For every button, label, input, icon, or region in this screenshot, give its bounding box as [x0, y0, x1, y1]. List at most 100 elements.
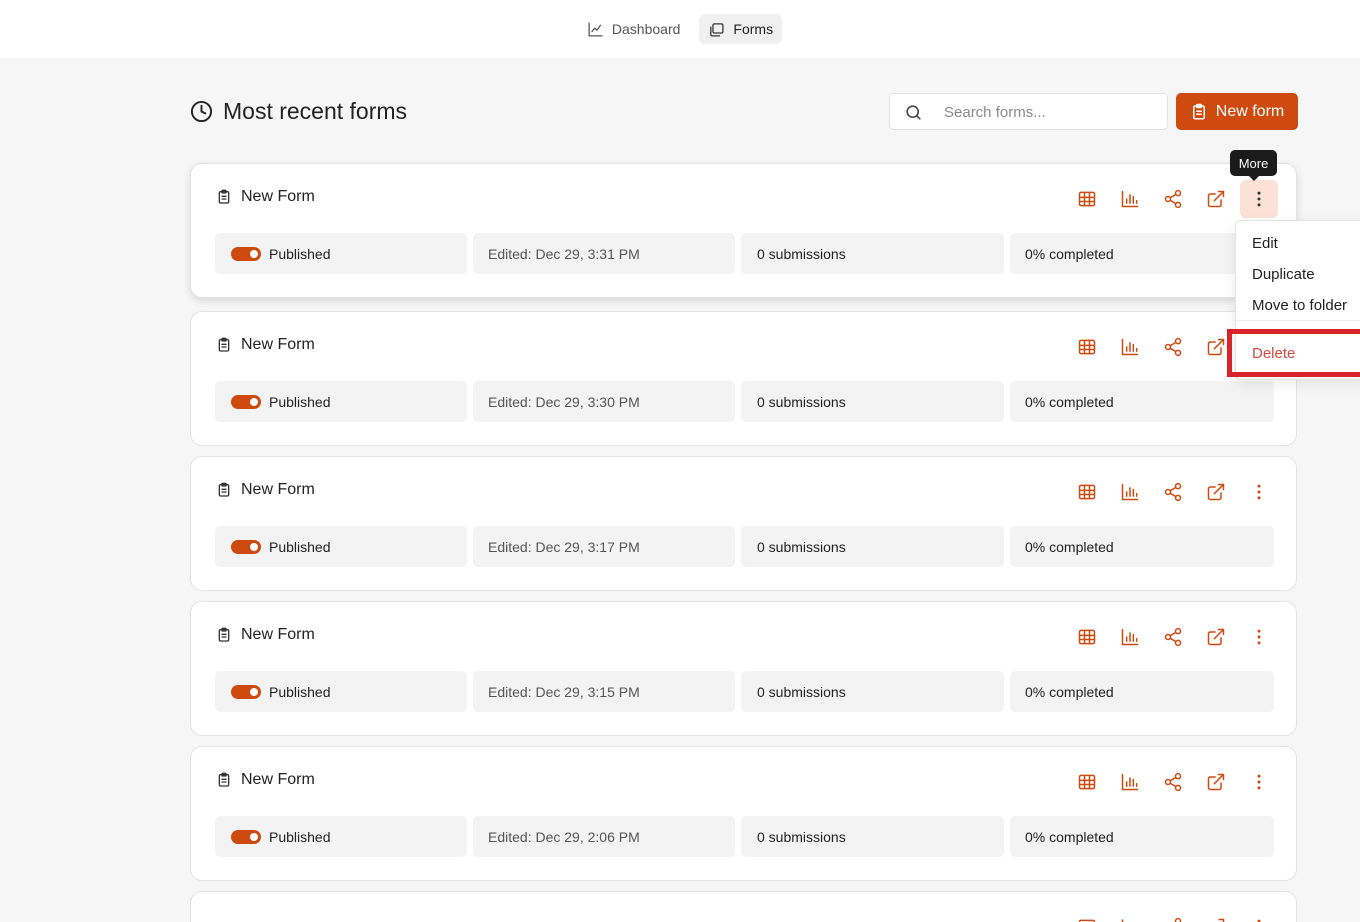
- tab-forms[interactable]: Forms: [699, 14, 783, 44]
- share-icon: [1164, 772, 1182, 792]
- form-card[interactable]: New Form Published Edited: Dec 29, 3:15 …: [190, 601, 1297, 736]
- form-card[interactable]: New Form Published Edited: Dec 29, 3:30 …: [190, 311, 1297, 446]
- menu-item-edit[interactable]: Edit: [1252, 235, 1278, 252]
- form-actions: [1068, 180, 1283, 218]
- clock-icon: [190, 100, 213, 123]
- table-icon: [1078, 339, 1096, 355]
- page-title-text: Most recent forms: [223, 98, 408, 124]
- more-button[interactable]: [1240, 180, 1278, 218]
- external-link-icon: [1207, 190, 1225, 208]
- bar-chart-icon: [1121, 628, 1139, 646]
- submissions-table-button[interactable]: [1068, 180, 1106, 218]
- status-cell: Published: [215, 381, 467, 422]
- open-external-button[interactable]: [1197, 618, 1235, 656]
- bar-chart-icon: [1121, 190, 1139, 208]
- form-name: New Form: [241, 188, 315, 205]
- forms-header: Most recent forms New form: [190, 93, 1298, 130]
- menu-item-duplicate[interactable]: Duplicate: [1252, 266, 1315, 283]
- share-button[interactable]: [1154, 180, 1192, 218]
- submissions-table-button[interactable]: [1068, 908, 1106, 922]
- table-icon: [1078, 919, 1096, 922]
- search-icon: [906, 105, 921, 120]
- new-form-label: New form: [1215, 102, 1285, 120]
- submissions-cell: 0 submissions: [741, 233, 1004, 274]
- menu-item-move-to-folder[interactable]: Move to folder: [1252, 297, 1347, 314]
- analytics-button[interactable]: [1111, 180, 1149, 218]
- more-vertical-icon: [1257, 484, 1261, 500]
- open-external-button[interactable]: [1197, 908, 1235, 922]
- analytics-button[interactable]: [1111, 618, 1149, 656]
- open-external-button[interactable]: [1197, 763, 1235, 801]
- new-form-button[interactable]: New form: [1176, 93, 1298, 130]
- status-label: Published: [269, 538, 331, 555]
- form-title[interactable]: New Form: [216, 336, 315, 354]
- publish-toggle[interactable]: [231, 539, 261, 554]
- form-actions: [1068, 908, 1283, 922]
- publish-toggle[interactable]: [231, 829, 261, 844]
- share-button[interactable]: [1154, 908, 1192, 922]
- form-title[interactable]: New Form: [216, 626, 315, 644]
- tab-forms-label: Forms: [733, 21, 774, 37]
- share-button[interactable]: [1154, 473, 1192, 511]
- status-cell: Published: [215, 526, 467, 567]
- form-card[interactable]: [190, 891, 1297, 922]
- form-name: New Form: [241, 626, 315, 643]
- submissions-table-button[interactable]: [1068, 328, 1106, 366]
- top-nav: Dashboard Forms: [0, 0, 1360, 58]
- share-button[interactable]: [1154, 618, 1192, 656]
- submissions-table-button[interactable]: [1068, 763, 1106, 801]
- submissions-cell: 0 submissions: [741, 816, 1004, 857]
- bar-chart-icon: [1121, 773, 1139, 791]
- completed-cell: 0% completed: [1010, 816, 1274, 857]
- table-icon: [1078, 629, 1096, 645]
- share-button[interactable]: [1154, 328, 1192, 366]
- analytics-button[interactable]: [1111, 763, 1149, 801]
- line-chart-icon: [588, 21, 603, 37]
- form-title[interactable]: New Form: [216, 481, 315, 499]
- more-button[interactable]: [1240, 763, 1278, 801]
- submissions-table-button[interactable]: [1068, 473, 1106, 511]
- folders-icon: [710, 22, 724, 37]
- share-button[interactable]: [1154, 763, 1192, 801]
- form-card[interactable]: New Form Published Edited: Dec 29, 3:31 …: [190, 163, 1297, 298]
- analytics-button[interactable]: [1111, 908, 1149, 922]
- share-icon: [1164, 337, 1182, 357]
- table-icon: [1078, 191, 1096, 207]
- clipboard-icon: [218, 627, 230, 642]
- form-card[interactable]: New Form Published Edited: Dec 29, 2:06 …: [190, 746, 1297, 881]
- publish-toggle[interactable]: [231, 684, 261, 699]
- delete-highlight-box: [1227, 329, 1360, 377]
- edited-cell: Edited: Dec 29, 2:06 PM: [473, 816, 735, 857]
- publish-toggle[interactable]: [231, 246, 261, 261]
- status-label: Published: [269, 393, 331, 410]
- status-cell: Published: [215, 671, 467, 712]
- submissions-cell: 0 submissions: [741, 526, 1004, 567]
- open-external-button[interactable]: [1197, 473, 1235, 511]
- edited-cell: Edited: Dec 29, 3:15 PM: [473, 671, 735, 712]
- form-actions: [1068, 763, 1283, 801]
- more-button[interactable]: [1240, 473, 1278, 511]
- edited-cell: Edited: Dec 29, 3:17 PM: [473, 526, 735, 567]
- edited-cell: Edited: Dec 29, 3:30 PM: [473, 381, 735, 422]
- more-vertical-icon: [1257, 191, 1261, 207]
- form-card[interactable]: New Form Published Edited: Dec 29, 3:17 …: [190, 456, 1297, 591]
- more-button[interactable]: [1240, 618, 1278, 656]
- status-label: Published: [269, 245, 331, 262]
- more-button[interactable]: [1240, 908, 1278, 922]
- search-input[interactable]: [944, 101, 1154, 123]
- form-title[interactable]: New Form: [216, 188, 315, 206]
- analytics-button[interactable]: [1111, 473, 1149, 511]
- status-cell: Published: [215, 233, 467, 274]
- open-external-button[interactable]: [1197, 180, 1235, 218]
- share-icon: [1164, 482, 1182, 502]
- publish-toggle[interactable]: [231, 394, 261, 409]
- submissions-table-button[interactable]: [1068, 618, 1106, 656]
- more-tooltip: More: [1230, 150, 1277, 181]
- form-title[interactable]: New Form: [216, 771, 315, 789]
- share-icon: [1164, 627, 1182, 647]
- tab-dashboard[interactable]: Dashboard: [578, 14, 690, 44]
- share-icon: [1174, 917, 1182, 922]
- edited-cell: Edited: Dec 29, 3:31 PM: [473, 233, 735, 274]
- analytics-button[interactable]: [1111, 328, 1149, 366]
- submissions-cell: 0 submissions: [741, 381, 1004, 422]
